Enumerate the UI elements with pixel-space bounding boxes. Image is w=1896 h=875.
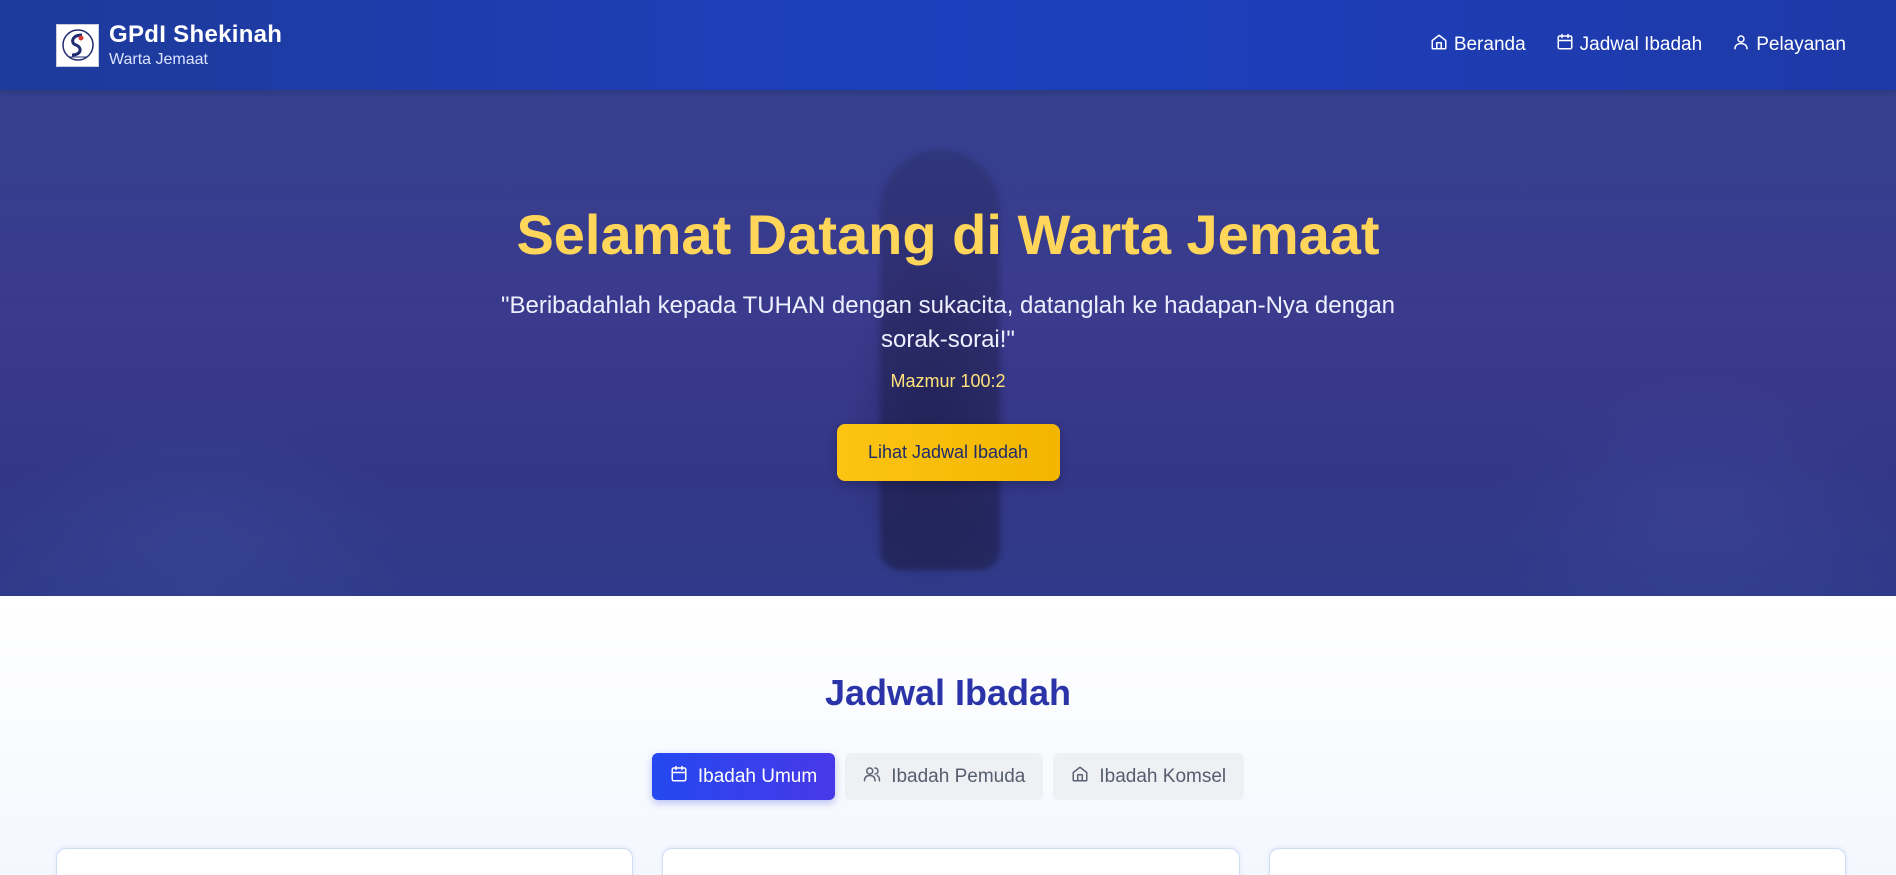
tab-ibadah-umum-label: Ibadah Umum [697, 765, 818, 787]
tab-ibadah-pemuda[interactable]: Ibadah Pemuda [845, 753, 1044, 800]
calendar-icon [670, 765, 688, 789]
hero-banner: Selamat Datang di Warta Jemaat "Beribada… [0, 90, 1896, 596]
hero-reference: Mazmur 100:2 [890, 371, 1006, 391]
brand[interactable]: GPdI Shekinah Warta Jemaat [56, 21, 282, 69]
user-icon [1732, 33, 1750, 57]
brand-subtitle: Warta Jemaat [109, 51, 208, 68]
schedule-tabs: Ibadah Umum Ibadah Pemuda Ibadah Komsel [0, 753, 1896, 800]
schedule-card[interactable] [56, 848, 634, 875]
church-logo [56, 23, 99, 67]
schedule-cards [56, 848, 1846, 875]
nav-pelayanan-label: Pelayanan [1756, 34, 1846, 55]
tab-ibadah-komsel[interactable]: Ibadah Komsel [1053, 753, 1245, 800]
tab-ibadah-umum[interactable]: Ibadah Umum [651, 753, 836, 800]
nav-jadwal-ibadah[interactable]: Jadwal Ibadah [1556, 33, 1703, 57]
schedule-title: Jadwal Ibadah [824, 672, 1072, 713]
nav-pelayanan[interactable]: Pelayanan [1732, 33, 1846, 57]
view-schedule-button[interactable]: Lihat Jadwal Ibadah [836, 424, 1060, 481]
schedule-card[interactable] [662, 848, 1240, 875]
schedule-section: Jadwal Ibadah Ibadah Umum Ibadah Pemuda [0, 596, 1896, 875]
nav-beranda[interactable]: Beranda [1430, 33, 1526, 57]
schedule-card[interactable] [1268, 848, 1846, 875]
users-icon [863, 765, 881, 789]
top-navbar: GPdI Shekinah Warta Jemaat Beranda Jadwa… [0, 0, 1896, 90]
tab-ibadah-komsel-label: Ibadah Komsel [1099, 765, 1227, 787]
home-icon [1430, 33, 1448, 57]
hero-quote: "Beribadahlah kepada TUHAN dengan sukaci… [500, 292, 1396, 353]
tab-ibadah-pemuda-label: Ibadah Pemuda [891, 765, 1026, 787]
main-nav: Beranda Jadwal Ibadah Pelayanan [1430, 33, 1846, 57]
brand-title: GPdI Shekinah [109, 21, 283, 48]
hero-title: Selamat Datang di Warta Jemaat [516, 203, 1380, 266]
home-icon [1071, 765, 1089, 789]
nav-jadwal-label: Jadwal Ibadah [1579, 34, 1703, 55]
nav-beranda-label: Beranda [1453, 34, 1526, 55]
calendar-icon [1556, 33, 1574, 57]
